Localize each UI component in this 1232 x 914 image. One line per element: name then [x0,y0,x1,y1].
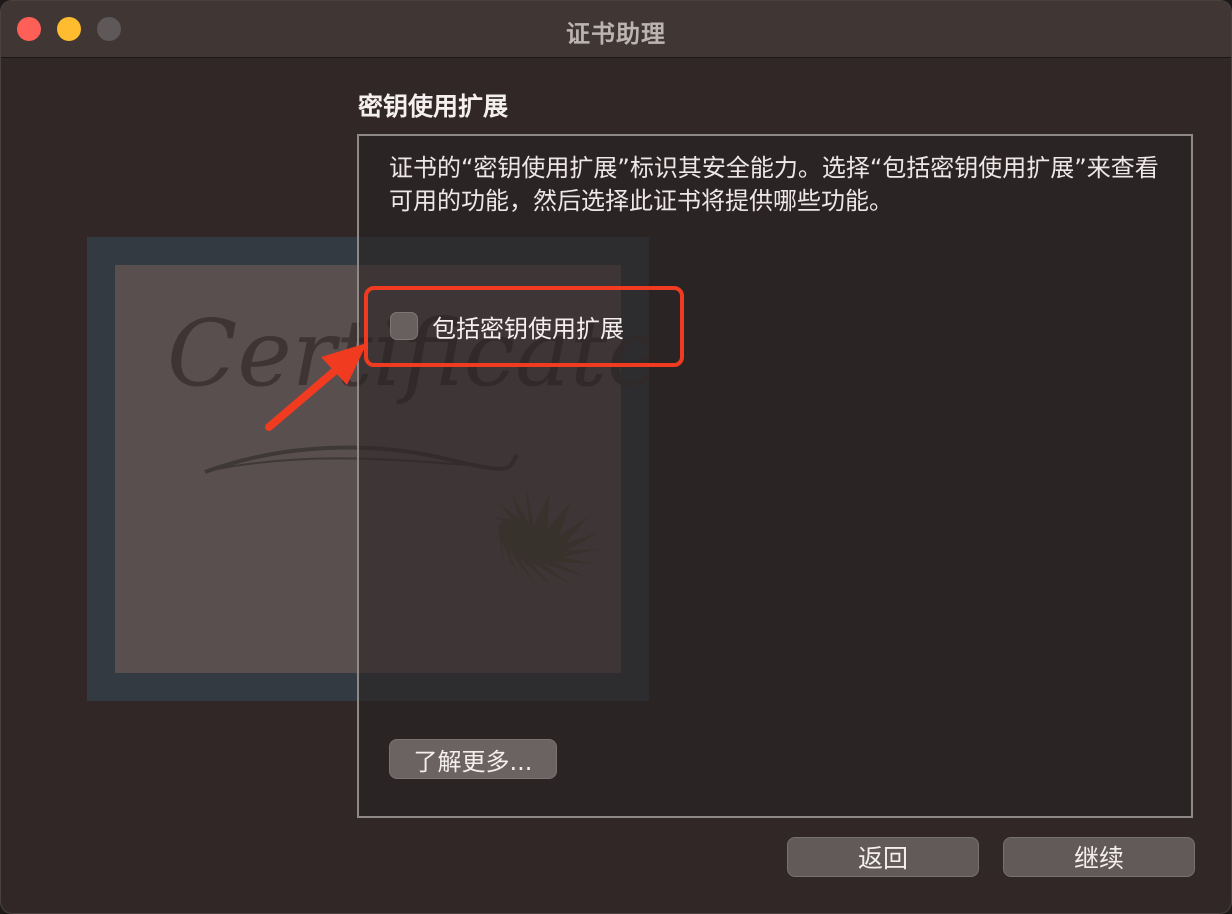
section-title: 密钥使用扩展 [358,92,509,121]
window-title: 证书助理 [566,20,666,48]
description-text: 证书的“密钥使用扩展”标识其安全能力。选择“包括密钥使用扩展”来查看可用的功能，… [389,154,1159,215]
annotation-highlight-box [364,286,684,367]
back-button[interactable]: 返回 [787,837,979,877]
certificate-assistant-window: 证书助理 Certificate 密钥使用扩展 证书的“密钥使用扩展”标识其安全… [0,0,1232,914]
continue-button[interactable]: 继续 [1003,837,1195,877]
content-panel [357,134,1193,818]
annotation-arrow-icon [265,343,367,431]
learn-more-button[interactable]: 了解更多... [389,739,557,779]
title-bar: 证书助理 [1,1,1231,58]
